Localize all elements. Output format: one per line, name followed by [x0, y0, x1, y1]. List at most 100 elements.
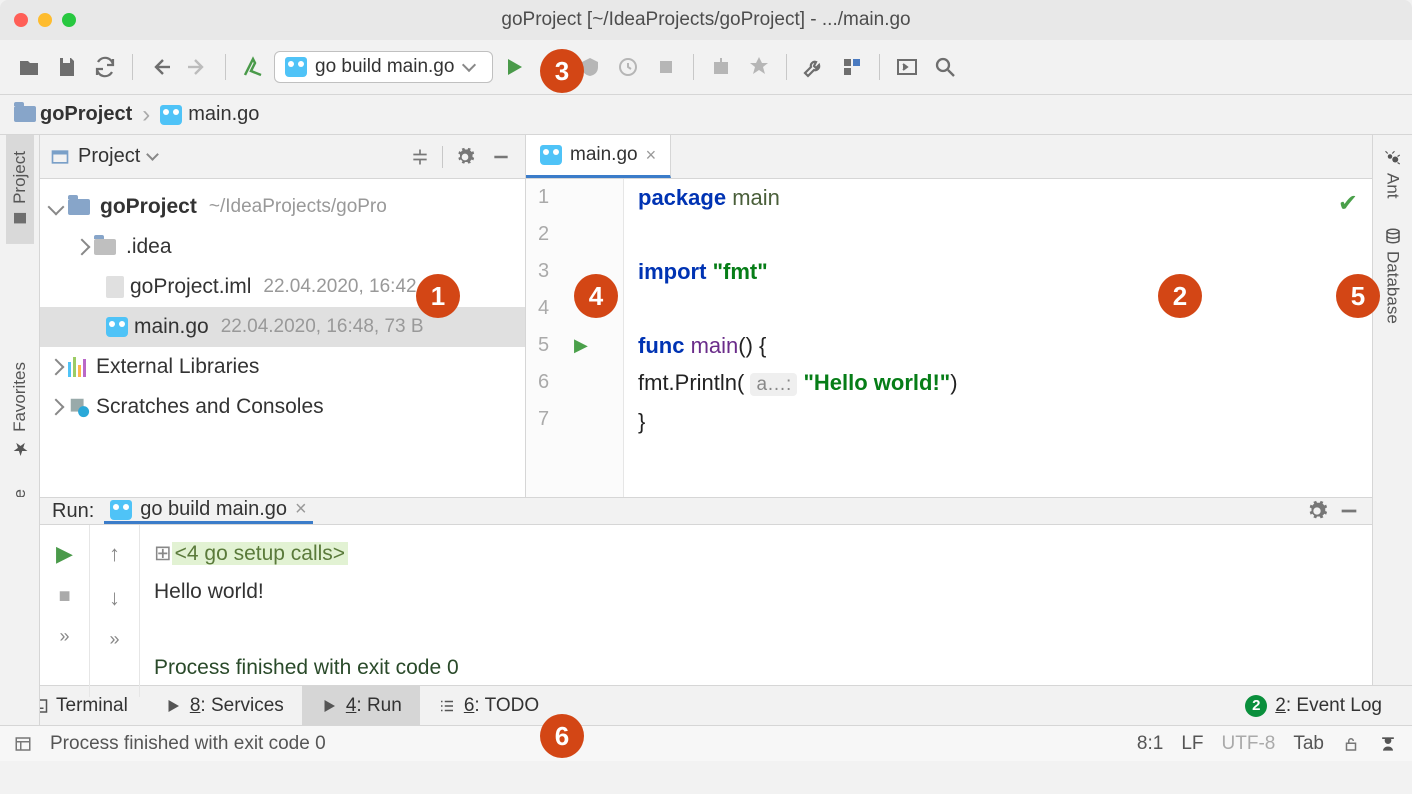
minimize-window-button[interactable]	[38, 13, 52, 27]
window-controls	[14, 13, 76, 27]
project-tree[interactable]: goProject ~/IdeaProjects/goPro .idea goP…	[40, 179, 525, 497]
libraries-icon	[68, 357, 90, 377]
run-label: Run:	[52, 500, 94, 523]
run-output[interactable]: ⊞<4 go setup calls> Hello world! Process…	[140, 525, 473, 697]
editor-tabs: main.go ×	[526, 135, 1372, 179]
file-encoding[interactable]: UTF-8	[1222, 733, 1276, 755]
gopher-icon	[285, 57, 307, 77]
collapse-icon[interactable]	[406, 143, 434, 171]
stop-icon[interactable]	[649, 50, 683, 84]
tab-eventlog[interactable]: 2 2: Event Log	[1227, 686, 1400, 725]
search-icon[interactable]	[928, 50, 962, 84]
gopher-icon	[540, 145, 562, 165]
gear-icon[interactable]	[1306, 500, 1328, 522]
annotation-4: 4	[574, 274, 618, 318]
file-icon	[106, 276, 124, 298]
save-icon[interactable]	[50, 50, 84, 84]
gopher-icon	[160, 105, 182, 125]
editor: main.go × ✔ 1 2 3 4 5▶ 6 7 package main …	[526, 135, 1372, 497]
annotation-3: 3	[540, 49, 584, 93]
close-icon[interactable]: ×	[295, 498, 307, 521]
project-structure-icon[interactable]	[835, 50, 869, 84]
annotation-2: 2	[1158, 274, 1202, 318]
run-config-selector[interactable]: go build main.go	[274, 51, 493, 83]
expand-icon[interactable]	[74, 239, 91, 256]
stripe-tab-favorites[interactable]: ★Favorites	[5, 350, 35, 471]
inspector-icon[interactable]	[1378, 734, 1398, 754]
hide-icon[interactable]	[1338, 500, 1360, 522]
up-icon[interactable]: ↑	[109, 541, 120, 567]
open-icon[interactable]	[12, 50, 46, 84]
editor-body[interactable]: ✔ 1 2 3 4 5▶ 6 7 package main import "fm…	[526, 179, 1372, 497]
hide-icon[interactable]	[487, 143, 515, 171]
settings-wrench-icon[interactable]	[797, 50, 831, 84]
rerun-icon[interactable]: ▶	[56, 541, 73, 567]
chevron-down-icon[interactable]	[146, 148, 159, 161]
code-area[interactable]: package main import "fmt" func main() { …	[624, 179, 958, 497]
tree-external-libs[interactable]: External Libraries	[40, 347, 525, 387]
stripe-tab-ant[interactable]: Ant	[1379, 135, 1407, 213]
tree-scratches[interactable]: Scratches and Consoles	[40, 387, 525, 427]
run-tab[interactable]: go build main.go ×	[104, 498, 312, 524]
expand-icon[interactable]	[48, 199, 65, 216]
more-icon[interactable]: »	[59, 626, 69, 647]
vcs-commit-icon[interactable]	[742, 50, 776, 84]
main-toolbar: go build main.go	[0, 40, 1412, 95]
breadcrumb: goProject › main.go	[0, 95, 1412, 135]
titlebar: goProject [~/IdeaProjects/goProject] - .…	[0, 0, 1412, 40]
breadcrumb-project[interactable]: goProject	[14, 103, 132, 126]
indent-mode[interactable]: Tab	[1293, 733, 1324, 755]
tab-run[interactable]: 4: Run	[302, 686, 420, 725]
back-icon[interactable]	[143, 50, 177, 84]
gutter[interactable]: 1 2 3 4 5▶ 6 7	[526, 179, 624, 497]
profile-icon[interactable]	[611, 50, 645, 84]
close-window-button[interactable]	[14, 13, 28, 27]
editor-tab-main-go[interactable]: main.go ×	[526, 135, 671, 178]
tree-root[interactable]: goProject ~/IdeaProjects/goPro	[40, 187, 525, 227]
project-panel-header: Project	[40, 135, 525, 179]
zoom-window-button[interactable]	[62, 13, 76, 27]
chevron-right-icon: ›	[142, 101, 150, 129]
right-tool-stripe: Ant Database	[1372, 135, 1412, 497]
expand-icon[interactable]	[48, 399, 65, 416]
tree-item-idea[interactable]: .idea	[40, 227, 525, 267]
cursor-position[interactable]: 8:1	[1137, 733, 1163, 755]
stripe-tab-database[interactable]: Database	[1379, 213, 1407, 338]
line-separator[interactable]: LF	[1181, 733, 1203, 755]
gear-icon[interactable]	[451, 143, 479, 171]
stripe-tab-project[interactable]: Project	[6, 135, 34, 244]
chevron-down-icon	[462, 58, 476, 72]
folder-icon	[14, 106, 36, 122]
breadcrumb-file[interactable]: main.go	[160, 103, 259, 126]
tree-item-main-go[interactable]: main.go 22.04.2020, 16:48, 73 B	[40, 307, 525, 347]
sync-icon[interactable]	[88, 50, 122, 84]
run-anything-icon[interactable]	[890, 50, 924, 84]
run-icon[interactable]	[497, 50, 531, 84]
folder-icon	[94, 239, 116, 255]
tab-todo[interactable]: 6: TODO	[420, 686, 557, 725]
annotation-5: 5	[1336, 274, 1380, 318]
run-gutter-icon[interactable]: ▶	[574, 335, 588, 356]
build-icon[interactable]	[236, 50, 270, 84]
annotation-1: 1	[416, 274, 460, 318]
run-side-actions-1: ▶ ■ »	[40, 525, 90, 697]
stop-icon[interactable]: ■	[58, 585, 70, 608]
gopher-icon	[106, 317, 128, 337]
folder-icon	[68, 199, 90, 215]
forward-icon[interactable]	[181, 50, 215, 84]
tool-windows-icon[interactable]	[14, 735, 32, 753]
expand-icon[interactable]	[48, 359, 65, 376]
inspection-ok-icon: ✔	[1338, 189, 1358, 218]
project-panel-title[interactable]: Project	[78, 145, 140, 168]
more-icon[interactable]: »	[109, 629, 119, 650]
close-icon[interactable]: ×	[646, 145, 657, 166]
window-title: goProject [~/IdeaProjects/goProject] - .…	[501, 9, 910, 31]
lock-icon[interactable]	[1342, 735, 1360, 753]
vcs-update-icon[interactable]	[704, 50, 738, 84]
annotation-6: 6	[540, 714, 584, 758]
gopher-icon	[110, 500, 132, 520]
tab-services[interactable]: 8: Services	[146, 686, 302, 725]
down-icon[interactable]: ↓	[109, 585, 120, 611]
window-icon	[50, 147, 70, 167]
status-bar: Process finished with exit code 0 8:1 LF…	[0, 725, 1412, 761]
